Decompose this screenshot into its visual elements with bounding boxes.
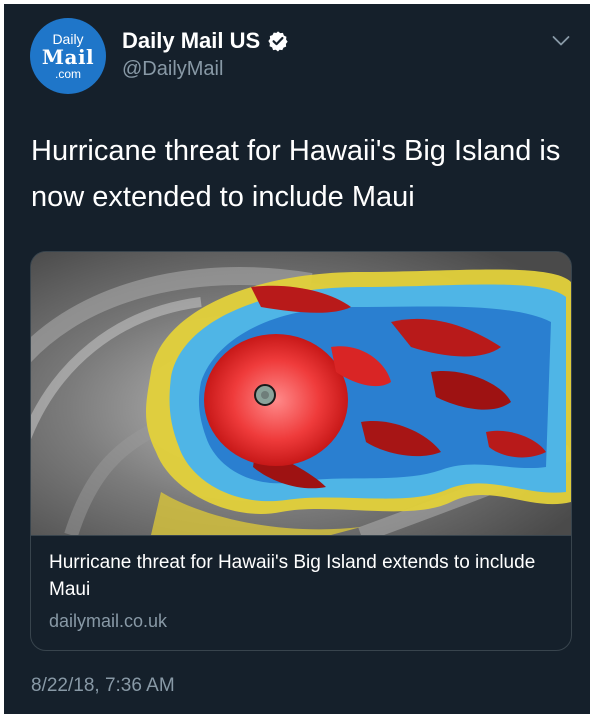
tweet-timestamp[interactable]: 8/22/18, 7:36 AM xyxy=(31,675,175,697)
account-name-row[interactable]: Daily Mail US xyxy=(122,28,289,54)
avatar-text-com: .com xyxy=(54,67,81,81)
avatar-text-daily: Daily xyxy=(52,31,84,47)
verified-badge-icon xyxy=(267,30,289,52)
avatar[interactable]: Daily Mail .com xyxy=(30,18,106,94)
card-domain: dailymail.co.uk xyxy=(49,611,168,631)
tweet[interactable]: Daily Mail .com Daily Mail US @DailyMail… xyxy=(4,4,590,714)
card-image[interactable] xyxy=(31,252,571,543)
avatar-text-mail: Mail xyxy=(41,45,95,69)
tweet-text: Hurricane threat for Hawaii's Big Island… xyxy=(31,135,561,213)
account-handle[interactable]: @DailyMail xyxy=(122,58,223,81)
display-name[interactable]: Daily Mail US xyxy=(122,28,260,54)
link-card[interactable]: Hurricane threat for Hawaii's Big Island… xyxy=(30,251,572,651)
card-title[interactable]: Hurricane threat for Hawaii's Big Island… xyxy=(49,549,554,603)
chevron-down-icon[interactable] xyxy=(552,34,570,46)
